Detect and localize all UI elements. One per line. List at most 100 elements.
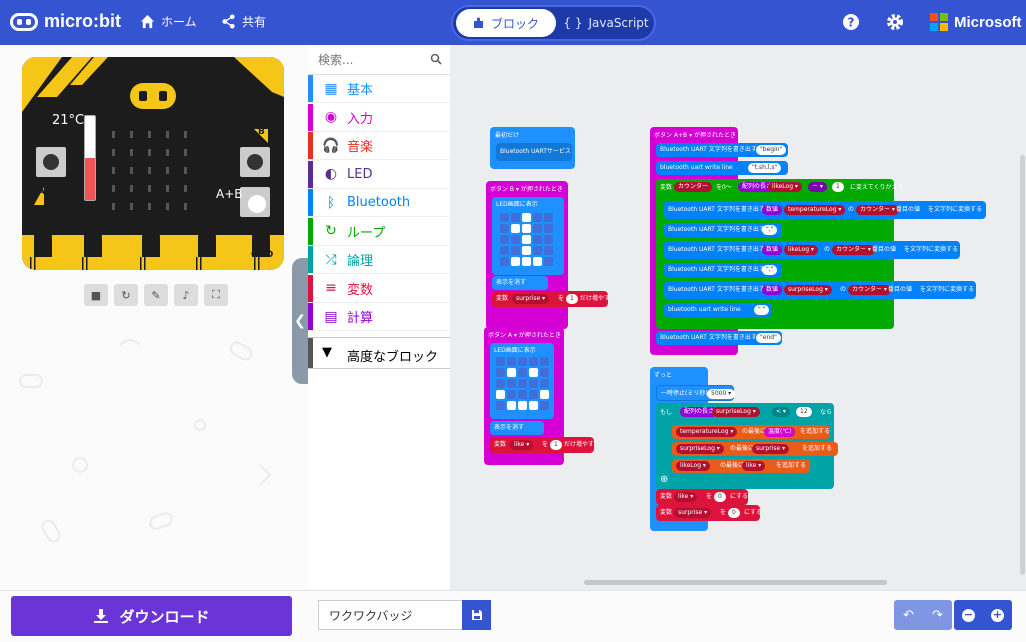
- microbit-logo[interactable]: micro:bit: [10, 11, 121, 32]
- led-cell[interactable]: [518, 357, 527, 366]
- led-cell[interactable]: [544, 246, 553, 255]
- write-like-block[interactable]: Bluetooth UART 文字列を書き出す 数値 likeLog ▾ の カ…: [664, 241, 960, 259]
- toolbox-category-4[interactable]: ᛒ Bluetooth: [308, 189, 450, 217]
- on-button-a-block[interactable]: ボタン A ▾ が押されたとき LED画面に表示 表示を消す 変数 like ▾…: [484, 327, 594, 465]
- zoom-in-button[interactable]: +: [991, 608, 1004, 622]
- led-cell[interactable]: [522, 257, 531, 266]
- redo-button[interactable]: ↷: [932, 608, 943, 623]
- led-cell[interactable]: [511, 224, 520, 233]
- led-cell[interactable]: [533, 213, 542, 222]
- restart-button[interactable]: ↻: [114, 284, 138, 306]
- on-button-b-block[interactable]: ボタン B ▾ が押されたとき LED画面に表示 表示を消す 変数 surpri…: [486, 181, 610, 329]
- clear-screen-block-b[interactable]: 表示を消す: [492, 276, 548, 290]
- surp-log-pill-if[interactable]: surpriseLog ▾: [712, 407, 760, 417]
- stop-button[interactable]: ■: [84, 284, 108, 306]
- toolbox-category-1[interactable]: ◉ 入力: [308, 103, 450, 132]
- like-pill-set[interactable]: like ▾: [674, 492, 698, 502]
- led-cell[interactable]: [500, 235, 509, 244]
- led-cell[interactable]: [511, 246, 520, 255]
- led-cell[interactable]: [507, 379, 516, 388]
- save-button[interactable]: [462, 600, 491, 630]
- vertical-scrollbar[interactable]: [1020, 155, 1025, 575]
- led-cell[interactable]: [529, 368, 538, 377]
- like-pill-2[interactable]: like ▾: [742, 461, 766, 471]
- toolbox-category-6[interactable]: ⤮ 論理: [308, 246, 450, 274]
- led-cell[interactable]: [518, 401, 527, 410]
- toolbox-category-2[interactable]: 🎧 音楽: [308, 132, 450, 160]
- write-temp-block[interactable]: Bluetooth UART 文字列を書き出す 数値 temperatureLo…: [664, 201, 986, 219]
- zero-value-1[interactable]: 0: [714, 492, 726, 502]
- toolbox-category-3[interactable]: ◐ LED: [308, 160, 450, 189]
- likelog-var-pill[interactable]: likeLog ▾: [768, 182, 802, 192]
- append-temp-block[interactable]: temperatureLog ▾ の最後に 温度(℃) を追加する: [672, 425, 830, 439]
- led-cell[interactable]: [496, 368, 505, 377]
- write-line-header-block[interactable]: bluetooth uart write line "t,sh,l,s": [656, 161, 788, 175]
- twelve-value[interactable]: 12: [796, 407, 812, 417]
- led-cell[interactable]: [511, 235, 520, 244]
- project-name-input[interactable]: [318, 600, 463, 630]
- set-surprise-block[interactable]: 変数 surprise ▾ を 0 にする: [656, 505, 762, 521]
- write-begin-block[interactable]: Bluetooth UART 文字列を書き出す "begin": [656, 143, 788, 157]
- tab-javascript[interactable]: { } JavaScript: [561, 9, 651, 37]
- one-value[interactable]: 1: [566, 294, 578, 304]
- led-cell[interactable]: [544, 257, 553, 266]
- write-line-empty-block[interactable]: bluetooth uart write line " ": [664, 303, 772, 317]
- lt-op[interactable]: < ▾: [772, 407, 790, 417]
- write-end-block[interactable]: Bluetooth UART 文字列を書き出す "end": [656, 331, 782, 345]
- debug-button[interactable]: ✎: [144, 284, 168, 306]
- led-cell[interactable]: [544, 235, 553, 244]
- change-like-block[interactable]: 変数 like ▾ を 1 だけ増やす: [490, 437, 594, 453]
- temp-log-var[interactable]: temperatureLog ▾: [784, 205, 846, 215]
- counter-var-pill[interactable]: カウンター: [674, 182, 713, 192]
- led-cell[interactable]: [511, 213, 520, 222]
- temp-log-pill-2[interactable]: temperatureLog ▾: [676, 427, 738, 437]
- bt-uart-service-block[interactable]: Bluetooth UARTサービス: [496, 143, 572, 161]
- temp-value-pill[interactable]: 温度(℃): [764, 427, 796, 437]
- set-like-block[interactable]: 変数 like ▾ を 0 にする: [656, 489, 748, 505]
- begin-string[interactable]: "begin": [756, 145, 787, 155]
- like-var-pill[interactable]: like ▾: [510, 440, 534, 450]
- show-leds-block-b[interactable]: LED画面に表示: [492, 197, 564, 275]
- pause-block[interactable]: 一時停止(ミリ秒) 5000 ▾: [656, 385, 736, 401]
- gear-icon[interactable]: [885, 12, 905, 32]
- led-cell[interactable]: [540, 379, 549, 388]
- temperature-slider[interactable]: [84, 115, 96, 201]
- led-cell[interactable]: [518, 379, 527, 388]
- empty-string[interactable]: " ": [754, 305, 770, 315]
- surprise-pill-2[interactable]: surprise ▾: [752, 444, 790, 454]
- zoom-out-button[interactable]: −: [962, 608, 975, 622]
- append-surprise-block[interactable]: surpriseLog ▾ の最後に surprise ▾ を追加する: [672, 442, 838, 456]
- led-cell[interactable]: [533, 257, 542, 266]
- zero-value-2[interactable]: 0: [728, 508, 740, 518]
- collapse-simulator-button[interactable]: ❮: [292, 258, 308, 384]
- microsoft-logo[interactable]: Microsoft: [930, 13, 1022, 31]
- led-cell[interactable]: [518, 368, 527, 377]
- led-cell[interactable]: [529, 401, 538, 410]
- write-surprise-block[interactable]: Bluetooth UART 文字列を書き出す 数値 surpriseLog ▾…: [664, 281, 976, 299]
- comma-string-1[interactable]: ",": [762, 225, 778, 235]
- led-cell[interactable]: [529, 390, 538, 399]
- microbit-board[interactable]: 21°C A B A+B 0 1 2 3V GND: [22, 57, 284, 270]
- help-icon[interactable]: ?: [841, 12, 861, 32]
- led-cell[interactable]: [500, 213, 509, 222]
- led-cell[interactable]: [544, 224, 553, 233]
- led-cell[interactable]: [518, 390, 527, 399]
- one-value-a[interactable]: 1: [550, 440, 562, 450]
- append-like-block[interactable]: likeLog ▾ の最後に like ▾ を追加する: [672, 459, 810, 473]
- led-cell[interactable]: [522, 224, 531, 233]
- led-cell[interactable]: [507, 390, 516, 399]
- led-cell[interactable]: [500, 224, 509, 233]
- advanced-blocks-toggle[interactable]: ▼ 高度なブロック: [308, 337, 450, 369]
- led-cell[interactable]: [522, 235, 531, 244]
- led-cell[interactable]: [507, 357, 516, 366]
- fullscreen-button[interactable]: ⛶: [204, 284, 228, 306]
- minus-op[interactable]: － ▾: [808, 182, 827, 192]
- surprise-pill-set[interactable]: surprise ▾: [674, 508, 712, 518]
- toolbox-category-5[interactable]: ↻ ループ: [308, 217, 450, 246]
- led-grid-a[interactable]: [496, 357, 549, 410]
- mute-button[interactable]: ♪: [174, 284, 198, 306]
- comma-string-2[interactable]: ",": [762, 265, 778, 275]
- led-cell[interactable]: [496, 379, 505, 388]
- one-value-loop[interactable]: 1: [832, 182, 844, 192]
- led-cell[interactable]: [533, 246, 542, 255]
